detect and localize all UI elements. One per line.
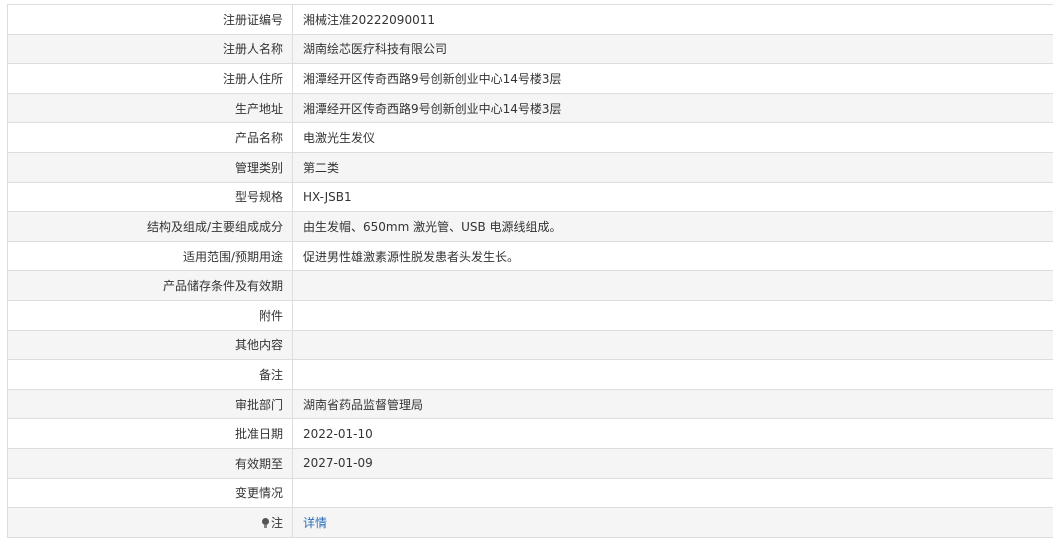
row-label-product-name: 产品名称 (7, 122, 293, 153)
row-label-storage: 产品储存条件及有效期 (7, 270, 293, 301)
table-row: 生产地址 湘潭经开区传奇西路9号创新创业中心14号楼3层 (7, 92, 1053, 124)
row-label-approval-dept: 审批部门 (7, 388, 293, 420)
row-value-production-address: 湘潭经开区传奇西路9号创新创业中心14号楼3层 (292, 92, 1053, 124)
row-value-change-info (292, 477, 1053, 509)
table-row: 注 详情 (7, 507, 1053, 538)
table-row: 备注 (7, 359, 1053, 390)
table-row: 审批部门 湖南省药品监督管理局 (7, 388, 1053, 420)
table-row: 有效期至 2027-01-09 (7, 447, 1053, 479)
table-row: 注册人名称 湖南绘芯医疗科技有限公司 (7, 33, 1053, 65)
table-row: 管理类别 第二类 (7, 151, 1053, 183)
row-label-remarks: 备注 (7, 359, 293, 390)
table-row: 附件 (7, 299, 1053, 331)
row-label-attachment: 附件 (7, 299, 293, 331)
row-label-change-info: 变更情况 (7, 477, 293, 509)
row-value-registrant-address: 湘潭经开区传奇西路9号创新创业中心14号楼3层 (292, 63, 1053, 94)
table-row: 产品名称 电激光生发仪 (7, 122, 1053, 153)
row-value-registration-number: 湘械注准20222090011 (292, 4, 1053, 35)
row-value-attachment (292, 299, 1053, 331)
table-row: 型号规格 HX-JSB1 (7, 181, 1053, 213)
row-value-storage (292, 270, 1053, 301)
table-row: 其他内容 (7, 329, 1053, 361)
row-value-model-spec: HX-JSB1 (292, 181, 1053, 213)
row-value-note: 详情 (292, 507, 1053, 538)
table-row: 注册人住所 湘潭经开区传奇西路9号创新创业中心14号楼3层 (7, 63, 1053, 94)
details-link[interactable]: 详情 (303, 516, 327, 530)
row-value-remarks (292, 359, 1053, 390)
row-label-valid-until: 有效期至 (7, 447, 293, 479)
row-value-intended-use: 促进男性雄激素源性脱发患者头发生长。 (292, 240, 1053, 272)
row-label-registrant-address: 注册人住所 (7, 63, 293, 94)
row-value-management-class: 第二类 (292, 151, 1053, 183)
row-label-note: 注 (7, 507, 293, 538)
table-row: 适用范围/预期用途 促进男性雄激素源性脱发患者头发生长。 (7, 240, 1053, 272)
table-row: 批准日期 2022-01-10 (7, 418, 1053, 449)
row-value-product-name: 电激光生发仪 (292, 122, 1053, 153)
registration-detail-table: 注册证编号 湘械注准20222090011 注册人名称 湖南绘芯医疗科技有限公司… (7, 4, 1053, 538)
row-label-production-address: 生产地址 (7, 92, 293, 124)
row-value-approval-dept: 湖南省药品监督管理局 (292, 388, 1053, 420)
row-label-registrant-name: 注册人名称 (7, 33, 293, 65)
table-row: 注册证编号 湘械注准20222090011 (7, 4, 1053, 35)
row-label-other: 其他内容 (7, 329, 293, 361)
table-row: 结构及组成/主要组成成分 由生发帽、650mm 激光管、USB 电源线组成。 (7, 211, 1053, 242)
row-label-approval-date: 批准日期 (7, 418, 293, 449)
row-value-valid-until: 2027-01-09 (292, 447, 1053, 479)
row-value-registrant-name: 湖南绘芯医疗科技有限公司 (292, 33, 1053, 65)
lightbulb-icon (261, 517, 270, 528)
row-value-other (292, 329, 1053, 361)
row-value-structure: 由生发帽、650mm 激光管、USB 电源线组成。 (292, 211, 1053, 242)
row-label-intended-use: 适用范围/预期用途 (7, 240, 293, 272)
row-label-model-spec: 型号规格 (7, 181, 293, 213)
row-value-approval-date: 2022-01-10 (292, 418, 1053, 449)
table-row: 产品储存条件及有效期 (7, 270, 1053, 301)
table-row: 变更情况 (7, 477, 1053, 509)
row-label-management-class: 管理类别 (7, 151, 293, 183)
row-label-structure: 结构及组成/主要组成成分 (7, 211, 293, 242)
note-label: 注 (270, 515, 283, 530)
row-label-registration-number: 注册证编号 (7, 4, 293, 35)
